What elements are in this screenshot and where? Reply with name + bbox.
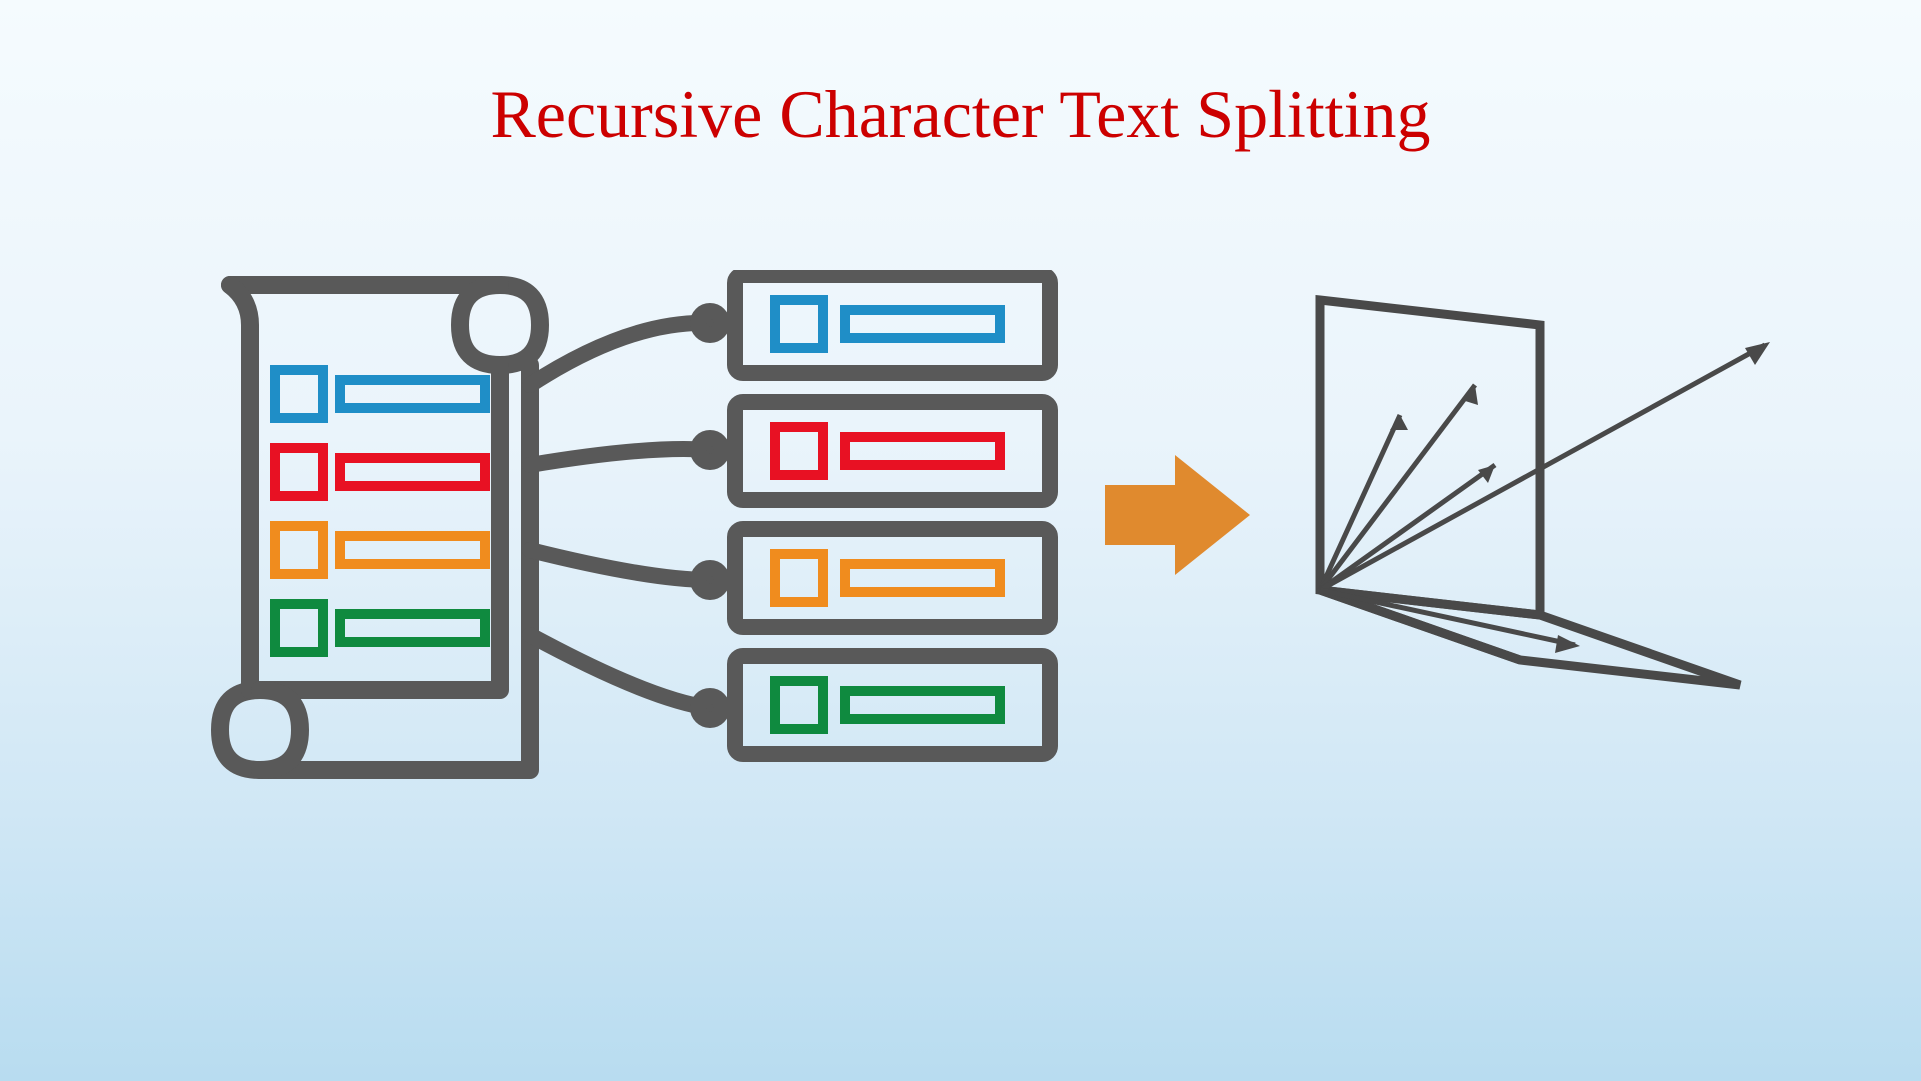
- chunk-blue: [735, 275, 1050, 373]
- diagram-container: [0, 270, 1921, 870]
- connector-green: [530, 635, 710, 708]
- chunk-red-square-icon: [775, 427, 823, 475]
- source-document: [220, 285, 540, 770]
- orange-square-icon: [275, 526, 323, 574]
- scroll-left-side-icon: [230, 285, 250, 690]
- main-diagram: [0, 270, 1921, 870]
- chunk-blue-bar-icon: [845, 310, 1000, 338]
- chunk-blue-square-icon: [775, 300, 823, 348]
- arrow-shape-icon: [1105, 455, 1250, 575]
- chunk-red: [735, 402, 1050, 500]
- arrow-icon: [1105, 455, 1250, 575]
- vector-1-head: [1390, 415, 1408, 430]
- chunk-orange: [735, 529, 1050, 627]
- source-row-orange: [275, 526, 485, 574]
- scroll-bottom-curl-icon: [260, 690, 300, 770]
- orange-bar-icon: [340, 536, 485, 564]
- red-square-icon: [275, 448, 323, 496]
- chunk-green-square-icon: [775, 681, 823, 729]
- vectors: [1320, 342, 1770, 653]
- blue-bar-icon: [340, 380, 485, 408]
- connector-red: [530, 449, 710, 465]
- source-row-blue: [275, 370, 485, 418]
- page-title: Recursive Character Text Splitting: [0, 75, 1921, 154]
- connectors: [530, 311, 722, 720]
- connector-blue: [530, 323, 710, 385]
- chunk-green-bar-icon: [845, 691, 1000, 719]
- vector-5-head: [1555, 635, 1580, 653]
- scroll-top-curl-icon: [460, 285, 500, 365]
- connector-blue-dot: [698, 311, 722, 335]
- chunk-red-bar-icon: [845, 437, 1000, 465]
- chunks: [735, 275, 1050, 754]
- red-bar-icon: [340, 458, 485, 486]
- green-bar-icon: [340, 614, 485, 642]
- source-row-red: [275, 448, 485, 496]
- vector-4-head: [1745, 342, 1770, 365]
- green-square-icon: [275, 604, 323, 652]
- chunk-green: [735, 656, 1050, 754]
- connector-red-dot: [698, 438, 722, 462]
- vector-space: [1320, 300, 1770, 685]
- connector-orange-dot: [698, 568, 722, 592]
- chunk-orange-square-icon: [775, 554, 823, 602]
- source-row-green: [275, 604, 485, 652]
- chunk-orange-bar-icon: [845, 564, 1000, 592]
- connector-green-dot: [698, 696, 722, 720]
- connector-orange: [530, 550, 710, 580]
- blue-square-icon: [275, 370, 323, 418]
